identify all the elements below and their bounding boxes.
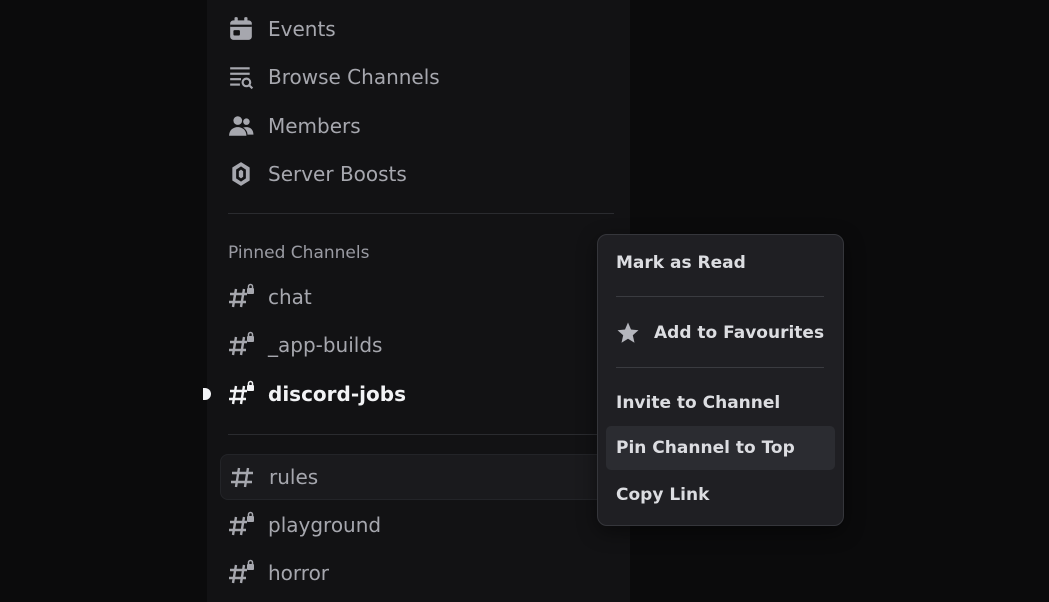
hash-icon — [229, 463, 257, 491]
nav-server-boosts[interactable]: Server Boosts — [228, 154, 407, 194]
channel-playground[interactable]: playground — [220, 504, 610, 546]
sidebar-divider — [228, 434, 614, 435]
menu-item-label: Invite to Channel — [616, 393, 781, 413]
channel-rules[interactable]: rules — [220, 454, 612, 500]
channel-context-menu: Mark as Read Add to Favourites Invite to… — [597, 234, 844, 526]
browse-channels-icon — [228, 64, 254, 90]
menu-item-label: Pin Channel to Top — [616, 438, 795, 458]
menu-add-to-favourites[interactable]: Add to Favourites — [606, 311, 835, 355]
sidebar-divider — [228, 213, 614, 214]
nav-members-label: Members — [268, 114, 361, 138]
locked-hash-icon — [228, 559, 256, 587]
nav-server-boosts-label: Server Boosts — [268, 162, 407, 186]
channel-app-builds[interactable]: _app-builds — [220, 324, 610, 366]
channel-chat[interactable]: chat — [220, 276, 610, 318]
pinned-channels-header[interactable]: Pinned Channels — [228, 243, 369, 263]
menu-separator — [616, 367, 824, 368]
channel-name: discord-jobs — [268, 382, 406, 406]
nav-browse-channels-label: Browse Channels — [268, 65, 440, 89]
nav-members[interactable]: Members — [228, 106, 361, 146]
menu-pin-channel-to-top[interactable]: Pin Channel to Top — [606, 426, 835, 470]
channel-horror[interactable]: horror — [220, 552, 610, 594]
locked-hash-icon — [228, 283, 256, 311]
calendar-icon — [228, 16, 254, 42]
menu-item-label: Add to Favourites — [654, 323, 825, 343]
locked-hash-icon — [228, 331, 256, 359]
menu-item-label: Mark as Read — [616, 253, 746, 273]
locked-hash-icon — [228, 511, 256, 539]
channel-name: playground — [268, 513, 382, 537]
menu-mark-as-read[interactable]: Mark as Read — [606, 241, 835, 285]
channel-name: chat — [268, 285, 312, 309]
channel-name: _app-builds — [268, 333, 383, 357]
channel-discord-jobs[interactable]: discord-jobs — [220, 373, 610, 415]
menu-separator — [616, 296, 824, 297]
locked-hash-icon — [228, 380, 256, 408]
menu-invite-to-channel[interactable]: Invite to Channel — [606, 381, 835, 425]
menu-item-label: Copy Link — [616, 485, 710, 505]
nav-events[interactable]: Events — [228, 9, 336, 49]
nav-events-label: Events — [268, 17, 336, 41]
channel-name: horror — [268, 561, 330, 585]
menu-copy-link[interactable]: Copy Link — [606, 473, 835, 517]
channel-name: rules — [269, 465, 319, 489]
star-icon — [616, 320, 642, 346]
boost-gem-icon — [228, 161, 254, 187]
nav-browse-channels[interactable]: Browse Channels — [228, 57, 440, 97]
members-icon — [228, 113, 254, 139]
